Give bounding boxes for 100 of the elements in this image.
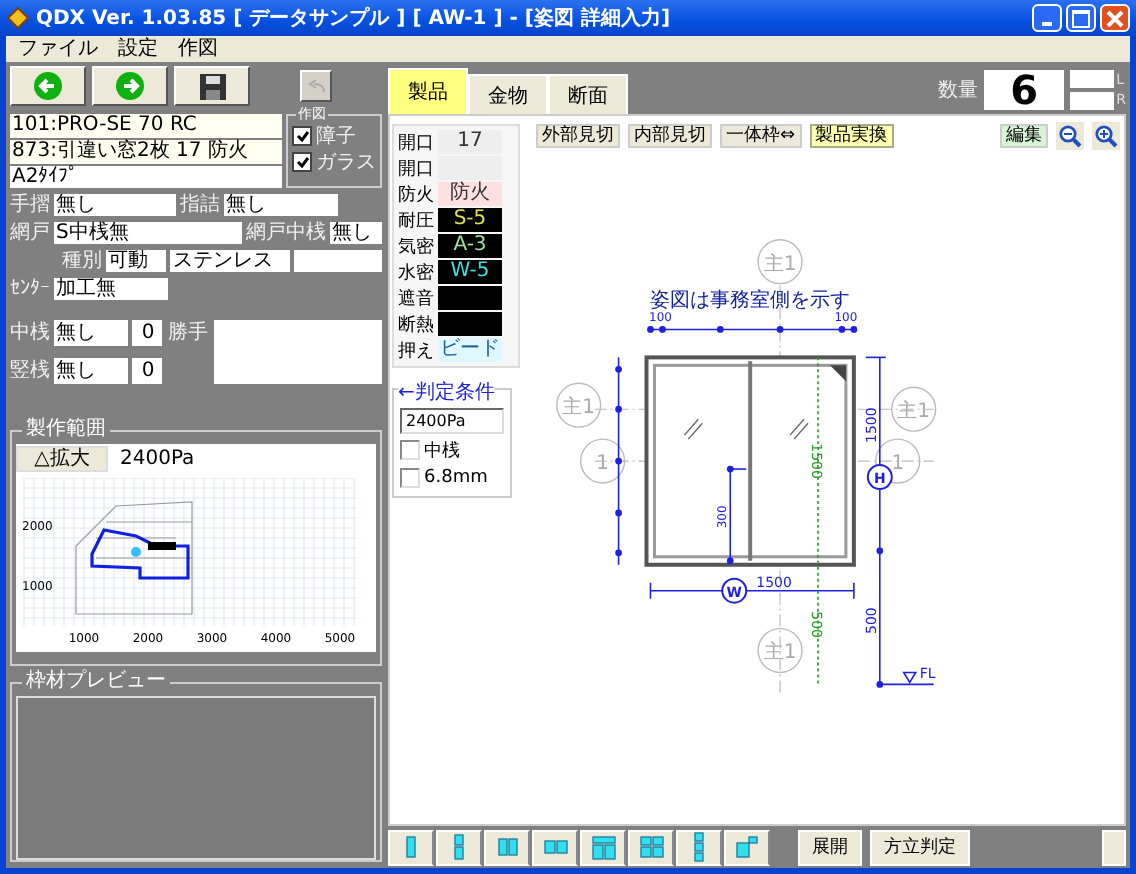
field-label: 中桟 <box>10 319 50 346</box>
maximize-button[interactable] <box>1066 4 1096 32</box>
tab[interactable]: 金物 <box>468 74 548 114</box>
layout-button[interactable] <box>724 829 770 865</box>
toolbar-button[interactable] <box>1102 829 1126 865</box>
material-field[interactable]: ステンレス <box>170 249 290 271</box>
field-label: 竪桟 <box>10 357 50 384</box>
view-note: 姿図は事務室側を示す <box>650 289 851 312</box>
grid-bubble: 主1 <box>757 627 803 674</box>
undo-icon <box>307 79 325 93</box>
field-label: ｾﾝﾀｰ <box>10 276 50 300</box>
grid-bubble: 主1 <box>757 239 803 285</box>
layout-button[interactable] <box>628 829 674 865</box>
back-arrow-icon <box>34 72 62 100</box>
input-field[interactable] <box>293 249 382 271</box>
screen-type-field[interactable]: 可動 <box>106 249 167 271</box>
right-count-field[interactable] <box>1070 92 1115 110</box>
screen-field[interactable]: S中桟無 <box>54 221 243 243</box>
checkbox-label: 6.8mm <box>424 468 488 488</box>
center-field[interactable]: 加工無 <box>54 277 168 299</box>
property-value: 17 <box>438 130 502 154</box>
tab[interactable]: 断面 <box>548 74 628 114</box>
vertical-bar-field[interactable]: 無し <box>54 357 128 383</box>
pressure-field[interactable]: 2400Pa <box>400 408 504 434</box>
floor-mark-icon <box>879 671 935 686</box>
property-value: S-5 <box>438 208 502 232</box>
back-button[interactable] <box>10 66 86 106</box>
layout-button[interactable] <box>532 829 578 865</box>
variant-field[interactable]: A2ﾀｲﾌﾟ <box>10 166 282 188</box>
action-button[interactable]: 方立判定 <box>870 829 970 865</box>
layout-button[interactable] <box>676 829 722 865</box>
enlarge-button[interactable]: △拡大 <box>16 445 108 471</box>
layout-button[interactable] <box>484 829 530 865</box>
checkbox[interactable] <box>400 468 420 488</box>
mid-rail-field[interactable]: 無し <box>54 319 128 345</box>
save-icon <box>199 73 225 99</box>
view-button[interactable]: 内部見切 <box>628 124 712 148</box>
view-button[interactable]: 外部見切 <box>536 124 620 148</box>
maximize-icon <box>1072 9 1090 27</box>
series-field[interactable]: 101:PRO-SE 70 RC <box>10 114 282 138</box>
window-layout-icon <box>406 836 416 858</box>
left-count-field[interactable] <box>1070 70 1115 88</box>
menu-item[interactable]: 設定 <box>118 37 158 61</box>
window-layout-icon <box>591 835 615 859</box>
property-value: W-5 <box>438 260 502 284</box>
property-value: ビード <box>438 338 502 362</box>
field-label: 種別 <box>62 248 102 274</box>
forward-arrow-icon <box>116 72 144 100</box>
property-label: 耐圧 <box>398 209 434 233</box>
zoom-out-button[interactable] <box>1056 122 1084 150</box>
layout-button[interactable] <box>388 829 434 865</box>
zoom-out-icon <box>1058 124 1082 148</box>
field-label: 網戸中桟 <box>246 219 327 246</box>
forward-button[interactable] <box>92 66 168 106</box>
checkbox-label: ガラス <box>316 150 376 176</box>
property-label: 開口 <box>398 131 434 155</box>
zoom-in-icon <box>1094 124 1118 148</box>
minimize-button[interactable] <box>1032 4 1062 32</box>
property-label: 押え <box>398 339 434 363</box>
window-layout-icon <box>497 838 517 856</box>
checkbox[interactable] <box>292 152 312 172</box>
handrail-field[interactable]: 無し <box>54 193 176 215</box>
pressure-text: 2400Pa <box>120 447 195 469</box>
layout-button[interactable] <box>436 829 482 865</box>
action-button[interactable]: 展開 <box>798 829 862 865</box>
property-label: 気密 <box>398 235 434 259</box>
tab[interactable]: 製品 <box>388 68 468 114</box>
view-button[interactable]: 一体枠⇔ <box>720 124 802 148</box>
count-field[interactable]: 0 <box>132 357 162 383</box>
zoom-in-button[interactable] <box>1092 122 1120 150</box>
edit-button[interactable]: 編集 <box>1000 124 1048 148</box>
checkbox[interactable] <box>292 126 312 146</box>
menu-item[interactable]: ファイル <box>18 37 98 61</box>
save-button[interactable] <box>174 66 250 106</box>
property-label: 断熱 <box>398 313 434 337</box>
dimension-line <box>726 465 747 565</box>
group-title: 枠材プレビュー <box>22 672 170 692</box>
quantity-label: 数量 <box>938 78 979 104</box>
window-title: QDX Ver. 1.03.85 [ データサンプル ] [ AW-1 ] - [姿図 詳細入力] <box>36 4 673 32</box>
close-button[interactable] <box>1100 4 1130 32</box>
property-label: 防火 <box>398 183 434 207</box>
field-label: 勝手 <box>168 319 208 346</box>
property-label: 遮音 <box>398 287 434 311</box>
window-layout-icon <box>454 834 464 860</box>
checkbox[interactable] <box>400 440 420 460</box>
property-label: 開口 <box>398 157 434 181</box>
menu-item[interactable]: 作図 <box>178 37 218 61</box>
finger-field[interactable]: 無し <box>224 193 338 215</box>
window-layout-icon <box>543 840 567 854</box>
grid-bubble: 主1 <box>891 386 937 432</box>
screen-mullion-field[interactable]: 無し <box>330 221 382 243</box>
quantity-field[interactable]: 6 <box>984 70 1065 110</box>
layout-button[interactable] <box>580 829 626 865</box>
view-button[interactable]: 製品実換 <box>809 124 894 148</box>
width-mark-icon <box>721 577 748 604</box>
group-title: ←判定条件 <box>398 378 495 406</box>
close-icon <box>1106 9 1124 27</box>
product-type-field[interactable]: 873:引違い窓2枚 17 防火 <box>10 140 282 164</box>
count-field[interactable]: 0 <box>132 319 162 345</box>
property-value: A-3 <box>438 234 502 258</box>
